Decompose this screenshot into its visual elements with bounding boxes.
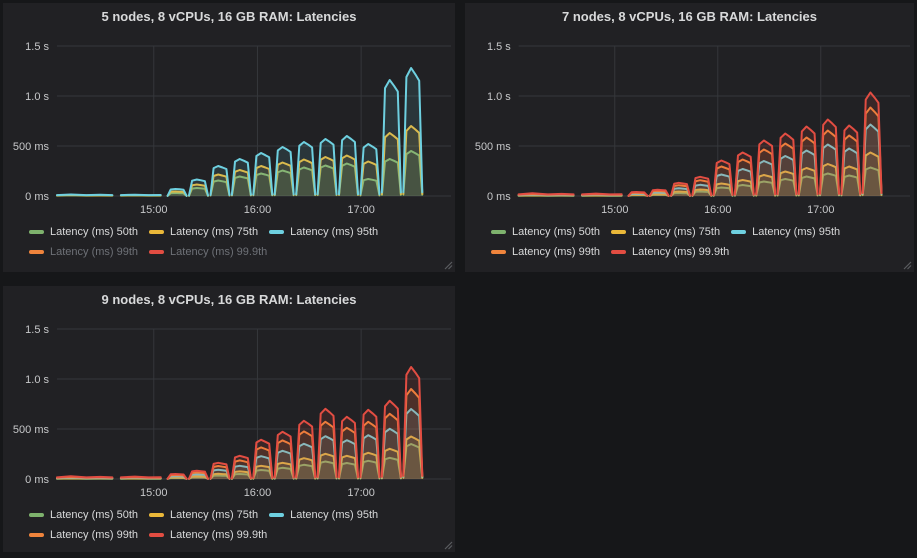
legend-series-swatch-icon: [29, 513, 44, 517]
legend-item[interactable]: Latency (ms) 75th: [611, 226, 720, 238]
latency-chart: 1.5 s 1.0 s 500 ms 0 ms 15:00 16:00 17:00: [465, 29, 914, 219]
legend-series-swatch-icon: [29, 230, 44, 234]
legend-row: Latency (ms) 99th Latency (ms) 99.9th: [29, 529, 447, 541]
panel-resize-handle[interactable]: [443, 540, 453, 550]
panel-legend: Latency (ms) 50th Latency (ms) 75th Latenc…: [491, 226, 906, 266]
x-axis-tick-label: 15:00: [140, 204, 168, 216]
chart-plot-area[interactable]: [57, 329, 451, 479]
y-axis-tick-label: 1.5 s: [25, 41, 49, 53]
legend-item[interactable]: Latency (ms) 50th: [29, 226, 138, 238]
legend-series-swatch-icon: [611, 250, 626, 254]
legend-series-label: Latency (ms) 95th: [752, 226, 840, 238]
legend-series-label: Latency (ms) 99th: [50, 246, 138, 258]
legend-series-swatch-icon: [611, 230, 626, 234]
x-axis-tick-label: 17:00: [347, 204, 375, 216]
legend-series-swatch-icon: [29, 533, 44, 537]
legend-series-swatch-icon: [149, 513, 164, 517]
latency-chart: 1.5 s 1.0 s 500 ms 0 ms 15:00 16:00 17:00: [3, 312, 455, 502]
panel-title[interactable]: 7 nodes, 8 vCPUs, 16 GB RAM: Latencies: [465, 3, 914, 29]
legend-item[interactable]: Latency (ms) 99.9th: [149, 246, 267, 258]
legend-series-swatch-icon: [491, 250, 506, 254]
legend-series-label: Latency (ms) 99.9th: [632, 246, 729, 258]
legend-series-label: Latency (ms) 99th: [50, 529, 138, 541]
latency-chart: 1.5 s 1.0 s 500 ms 0 ms 15:00 16:00 17:00: [3, 29, 455, 219]
legend-series-label: Latency (ms) 99th: [512, 246, 600, 258]
x-axis-tick-label: 16:00: [704, 204, 731, 216]
legend-series-label: Latency (ms) 50th: [50, 509, 138, 521]
legend-series-swatch-icon: [29, 250, 44, 254]
dashboard-panel: 9 nodes, 8 vCPUs, 16 GB RAM: Latencies 1…: [3, 286, 455, 552]
legend-series-swatch-icon: [269, 513, 284, 517]
x-axis-tick-label: 16:00: [244, 487, 272, 499]
legend-series-label: Latency (ms) 75th: [632, 226, 720, 238]
x-axis-tick-label: 17:00: [347, 487, 375, 499]
dashboard-panel: 7 nodes, 8 vCPUs, 16 GB RAM: Latencies 1…: [465, 3, 914, 272]
panel-title[interactable]: 9 nodes, 8 vCPUs, 16 GB RAM: Latencies: [3, 286, 455, 312]
y-axis-tick-label: 0 ms: [487, 191, 511, 203]
legend-item[interactable]: Latency (ms) 99th: [491, 246, 600, 258]
legend-item[interactable]: Latency (ms) 75th: [149, 509, 258, 521]
panel-resize-handle[interactable]: [443, 260, 453, 270]
legend-series-label: Latency (ms) 95th: [290, 226, 378, 238]
x-axis-tick-label: 16:00: [244, 204, 272, 216]
y-axis-tick-label: 1.5 s: [25, 324, 49, 336]
y-axis-tick-label: 500 ms: [475, 141, 511, 153]
legend-series-swatch-icon: [269, 230, 284, 234]
legend-row: Latency (ms) 99th Latency (ms) 99.9th: [29, 246, 447, 258]
legend-series-swatch-icon: [491, 230, 506, 234]
legend-item[interactable]: Latency (ms) 99th: [29, 246, 138, 258]
x-axis-tick-label: 15:00: [140, 487, 168, 499]
legend-row: Latency (ms) 99th Latency (ms) 99.9th: [491, 246, 906, 258]
legend-item[interactable]: Latency (ms) 50th: [29, 509, 138, 521]
panel-legend: Latency (ms) 50th Latency (ms) 75th Latenc…: [29, 226, 447, 266]
chart-plot-area[interactable]: [519, 46, 910, 196]
legend-item[interactable]: Latency (ms) 95th: [731, 226, 840, 238]
y-axis-tick-label: 1.5 s: [487, 41, 511, 53]
legend-row: Latency (ms) 50th Latency (ms) 75th Latenc…: [29, 226, 447, 238]
legend-series-swatch-icon: [149, 250, 164, 254]
legend-row: Latency (ms) 50th Latency (ms) 75th Latenc…: [491, 226, 906, 238]
y-axis-tick-label: 1.0 s: [487, 91, 511, 103]
chart-plot-area[interactable]: [57, 46, 451, 196]
y-axis-tick-label: 500 ms: [13, 424, 50, 436]
legend-item[interactable]: Latency (ms) 75th: [149, 226, 258, 238]
legend-series-label: Latency (ms) 75th: [170, 509, 258, 521]
x-axis-tick-label: 15:00: [601, 204, 628, 216]
y-axis-tick-label: 0 ms: [25, 474, 49, 486]
legend-series-label: Latency (ms) 99.9th: [170, 246, 267, 258]
legend-series-swatch-icon: [731, 230, 746, 234]
legend-series-swatch-icon: [149, 533, 164, 537]
y-axis-tick-label: 1.0 s: [25, 91, 49, 103]
panel-legend: Latency (ms) 50th Latency (ms) 75th Latenc…: [29, 509, 447, 549]
legend-item[interactable]: Latency (ms) 95th: [269, 226, 378, 238]
y-axis-tick-label: 1.0 s: [25, 374, 49, 386]
dashboard-panel: 5 nodes, 8 vCPUs, 16 GB RAM: Latencies 1…: [3, 3, 455, 272]
legend-row: Latency (ms) 50th Latency (ms) 75th Latenc…: [29, 509, 447, 521]
legend-item[interactable]: Latency (ms) 99th: [29, 529, 138, 541]
legend-series-label: Latency (ms) 95th: [290, 509, 378, 521]
x-axis-tick-label: 17:00: [807, 204, 834, 216]
legend-series-swatch-icon: [149, 230, 164, 234]
legend-item[interactable]: Latency (ms) 99.9th: [149, 529, 267, 541]
legend-series-label: Latency (ms) 50th: [50, 226, 138, 238]
legend-item[interactable]: Latency (ms) 95th: [269, 509, 378, 521]
legend-series-label: Latency (ms) 99.9th: [170, 529, 267, 541]
legend-series-label: Latency (ms) 50th: [512, 226, 600, 238]
panel-resize-handle[interactable]: [902, 260, 912, 270]
y-axis-tick-label: 0 ms: [25, 191, 49, 203]
legend-item[interactable]: Latency (ms) 50th: [491, 226, 600, 238]
y-axis-tick-label: 500 ms: [13, 141, 50, 153]
legend-item[interactable]: Latency (ms) 99.9th: [611, 246, 729, 258]
panel-title[interactable]: 5 nodes, 8 vCPUs, 16 GB RAM: Latencies: [3, 3, 455, 29]
legend-series-label: Latency (ms) 75th: [170, 226, 258, 238]
